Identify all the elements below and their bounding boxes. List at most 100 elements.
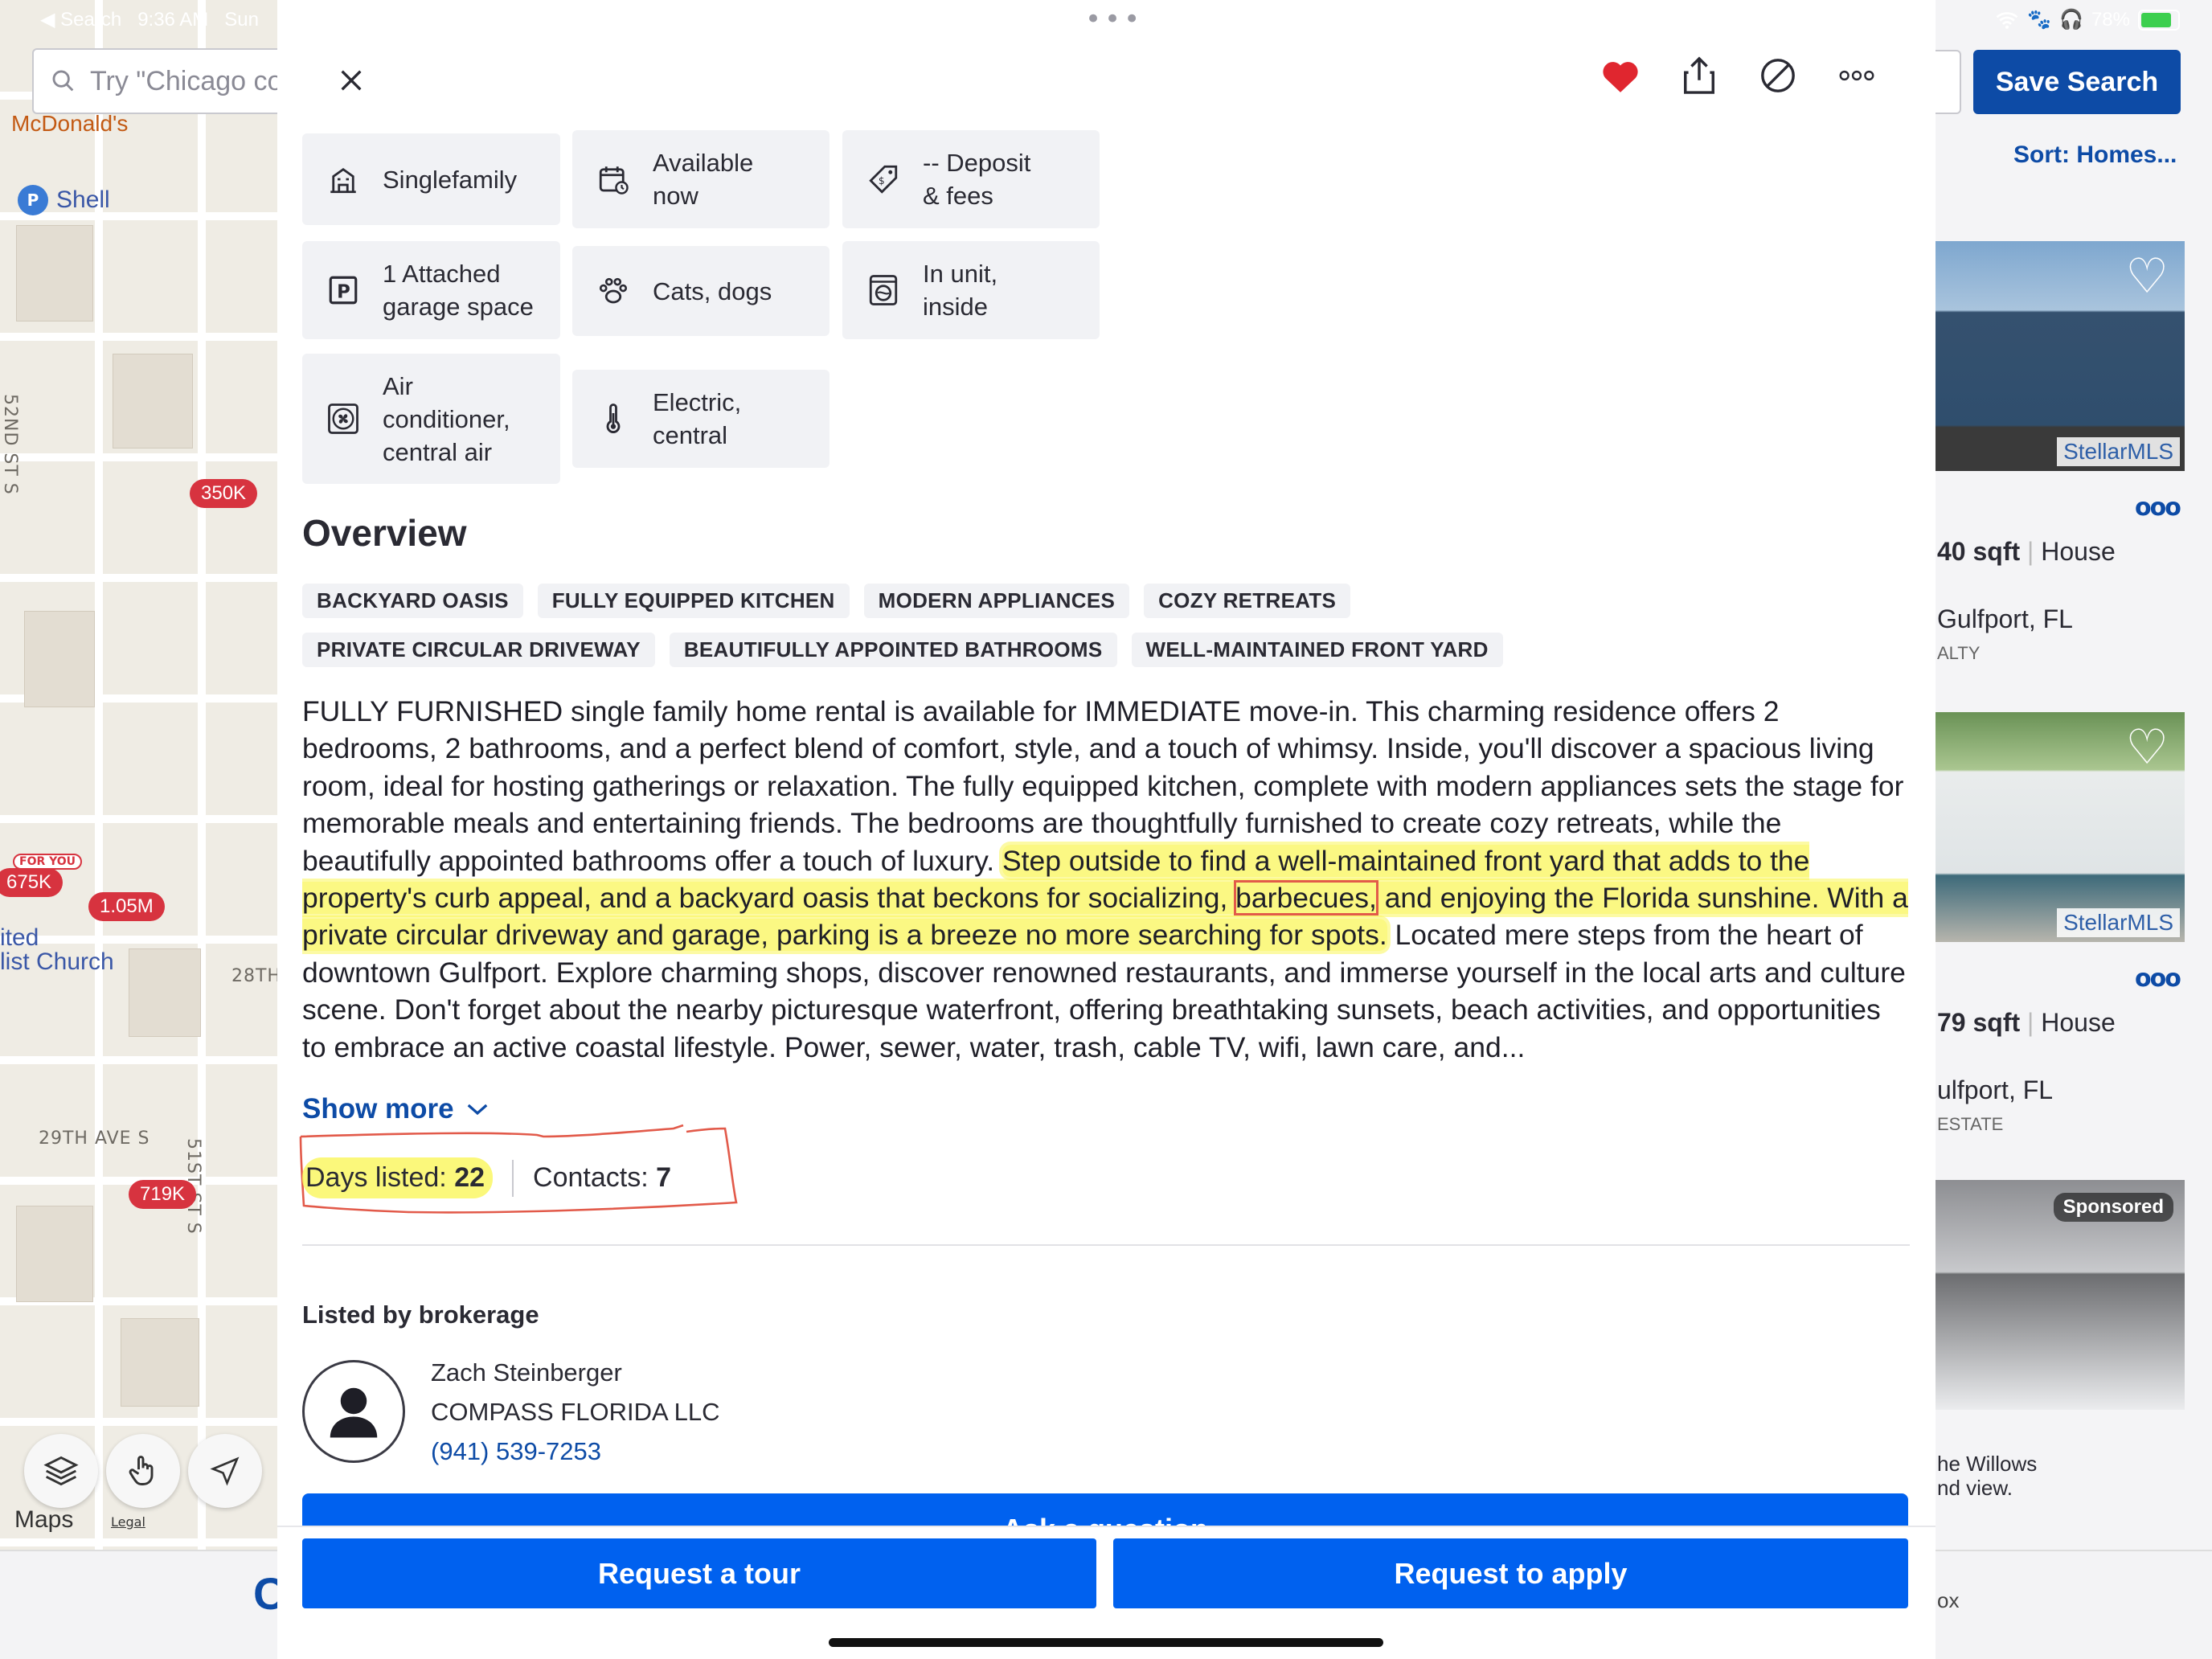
more-options-icon[interactable]: ooo	[2135, 494, 2181, 522]
map-view[interactable]: McDonald's P Shell 52ND ST S 28TH 29TH A…	[0, 0, 277, 1659]
price-pin[interactable]: 1.05M	[88, 892, 165, 921]
fact-text: -- Deposit & fees	[923, 149, 1031, 210]
contacts-value: 7	[656, 1162, 672, 1193]
listing-photo[interactable]: Sponsored	[1936, 1180, 2185, 1410]
listing-sqft: 40 sqft	[1937, 537, 2021, 566]
listing-photo[interactable]: ♡ StellarMLS	[1936, 241, 2185, 471]
highlight-tag: PRIVATE CIRCULAR DRIVEWAY	[302, 633, 655, 667]
status-left: ◀ Search 9:36 AM Sun	[40, 8, 259, 31]
more-options-icon[interactable]: ooo	[2135, 965, 2181, 993]
headphones-icon: 🎧	[2059, 9, 2083, 31]
contacts: Contacts: 7	[533, 1162, 671, 1194]
more-options-button[interactable]	[1834, 53, 1879, 98]
highlight-tags: BACKYARD OASIS FULLY EQUIPPED KITCHEN MO…	[302, 584, 1717, 667]
price-pin[interactable]: 719K	[129, 1180, 197, 1209]
close-button[interactable]	[327, 56, 375, 104]
days-listed-label: Days listed:	[305, 1162, 447, 1193]
back-to-search[interactable]: ◀ Search	[40, 9, 121, 31]
fact-laundry: In unit, inside	[842, 241, 1100, 339]
building-icon	[325, 161, 362, 198]
fact-home-type: Singlefamily	[302, 133, 560, 225]
fact-text: In unit, inside	[923, 260, 998, 321]
paw-icon	[595, 272, 632, 309]
favorite-button[interactable]	[1598, 53, 1643, 98]
fact-text: Available now	[653, 149, 754, 210]
fact-heating: Electric, central	[572, 370, 830, 468]
map-location-button[interactable]	[188, 1434, 262, 1508]
listing-city[interactable]: Gulfport, FL	[1937, 604, 2073, 634]
days-listed: Days listed: 22	[302, 1157, 494, 1198]
price-pin[interactable]: 675K	[0, 868, 63, 897]
show-more-button[interactable]: Show more	[302, 1093, 490, 1125]
sort-dropdown[interactable]: Sort: Homes...	[2013, 141, 2177, 169]
fact-pets: Cats, dogs	[572, 246, 830, 336]
listed-by-heading: Listed by brokerage	[302, 1301, 539, 1329]
search-input[interactable]: Try "Chicago co	[32, 48, 289, 114]
search-placeholder: Try "Chicago co	[90, 65, 283, 96]
share-icon	[1684, 56, 1714, 94]
battery-percent: 78%	[2091, 8, 2130, 31]
more-horizontal-icon	[1839, 70, 1874, 81]
overview-heading: Overview	[302, 512, 467, 554]
status-right: 🐾 🎧 78%	[1995, 8, 2180, 31]
boxed-word: barbecues,	[1234, 880, 1378, 916]
map-poi-mcdonalds[interactable]: McDonald's	[11, 111, 128, 137]
maps-legal-link[interactable]: Legal	[111, 1514, 145, 1530]
listing-sqft: 79 sqft	[1937, 1008, 2021, 1037]
share-button[interactable]	[1677, 53, 1722, 98]
fact-parking: P 1 Attached garage space	[302, 241, 560, 339]
battery-icon	[2138, 9, 2180, 31]
listing-city[interactable]: ulfport, FL	[1937, 1075, 2053, 1105]
listing-meta[interactable]: 79 sqft | House	[1937, 1008, 2116, 1038]
price-tag-icon: $	[865, 161, 902, 198]
request-apply-button[interactable]: Request to apply	[1113, 1538, 1908, 1608]
contacts-label: Contacts:	[533, 1162, 649, 1193]
agent-phone-link[interactable]: (941) 539-7253	[431, 1437, 601, 1466]
heart-outline-icon[interactable]: ♡	[2125, 723, 2169, 772]
street-label: 28TH	[231, 966, 277, 986]
listing-description: FULLY FURNISHED single family home renta…	[302, 693, 1910, 1066]
gas-station-icon[interactable]: P	[18, 185, 48, 215]
layers-icon	[43, 1456, 79, 1486]
agent-company: COMPASS FLORIDA LLC	[431, 1398, 720, 1426]
hide-listing-button[interactable]	[1755, 53, 1800, 98]
for-you-badge: FOR YOU	[13, 854, 83, 870]
maps-brand-text: Maps	[14, 1506, 74, 1533]
heart-outline-icon[interactable]: ♡	[2125, 252, 2169, 301]
mls-badge: StellarMLS	[2057, 908, 2180, 937]
fact-text: Electric, central	[653, 388, 742, 449]
sheet-grabber-icon[interactable]: •••	[1085, 6, 1143, 33]
block-icon	[1761, 59, 1795, 92]
tab-bar-fragment: ox	[1937, 1588, 1960, 1612]
sponsored-badge: Sponsored	[2053, 1193, 2173, 1222]
listing-type: House	[2041, 1008, 2116, 1037]
street-label: 29TH AVE S	[39, 1129, 150, 1149]
wifi-icon	[1996, 11, 2018, 29]
highlight-tag: FULLY EQUIPPED KITCHEN	[537, 584, 850, 618]
request-tour-button[interactable]: Request a tour	[302, 1538, 1096, 1608]
map-block	[121, 1318, 199, 1407]
listing-broker: ESTATE	[1937, 1114, 2004, 1134]
listing-detail-sheet: ••• Singlefamily Available now $ -- Depo…	[277, 0, 1936, 1659]
search-icon	[52, 70, 74, 92]
price-pin[interactable]: 350K	[190, 479, 258, 508]
map-draw-button[interactable]	[106, 1434, 180, 1508]
highlight-tag: MODERN APPLIANCES	[863, 584, 1130, 618]
agent-name: Zach Steinberger	[431, 1358, 622, 1387]
fact-text: Cats, dogs	[653, 276, 772, 305]
days-listed-value: 22	[454, 1162, 485, 1193]
home-indicator[interactable]	[829, 1638, 1383, 1647]
listing-meta[interactable]: 40 sqft | House	[1937, 537, 2116, 567]
save-search-button[interactable]: Save Search	[1973, 50, 2181, 114]
map-block	[129, 948, 201, 1037]
map-block	[24, 611, 95, 707]
map-layers-button[interactable]	[24, 1434, 98, 1508]
listing-stats: Days listed: 22 Contacts: 7	[302, 1157, 671, 1198]
status-time: 9:36 AM	[137, 9, 209, 31]
thermometer-icon	[595, 400, 632, 437]
search-input-edge	[1936, 50, 1961, 114]
show-more-label: Show more	[302, 1093, 454, 1124]
listing-photo[interactable]: ♡ StellarMLS	[1936, 712, 2185, 942]
map-poi-shell[interactable]: Shell	[56, 186, 110, 214]
person-icon	[330, 1387, 378, 1438]
